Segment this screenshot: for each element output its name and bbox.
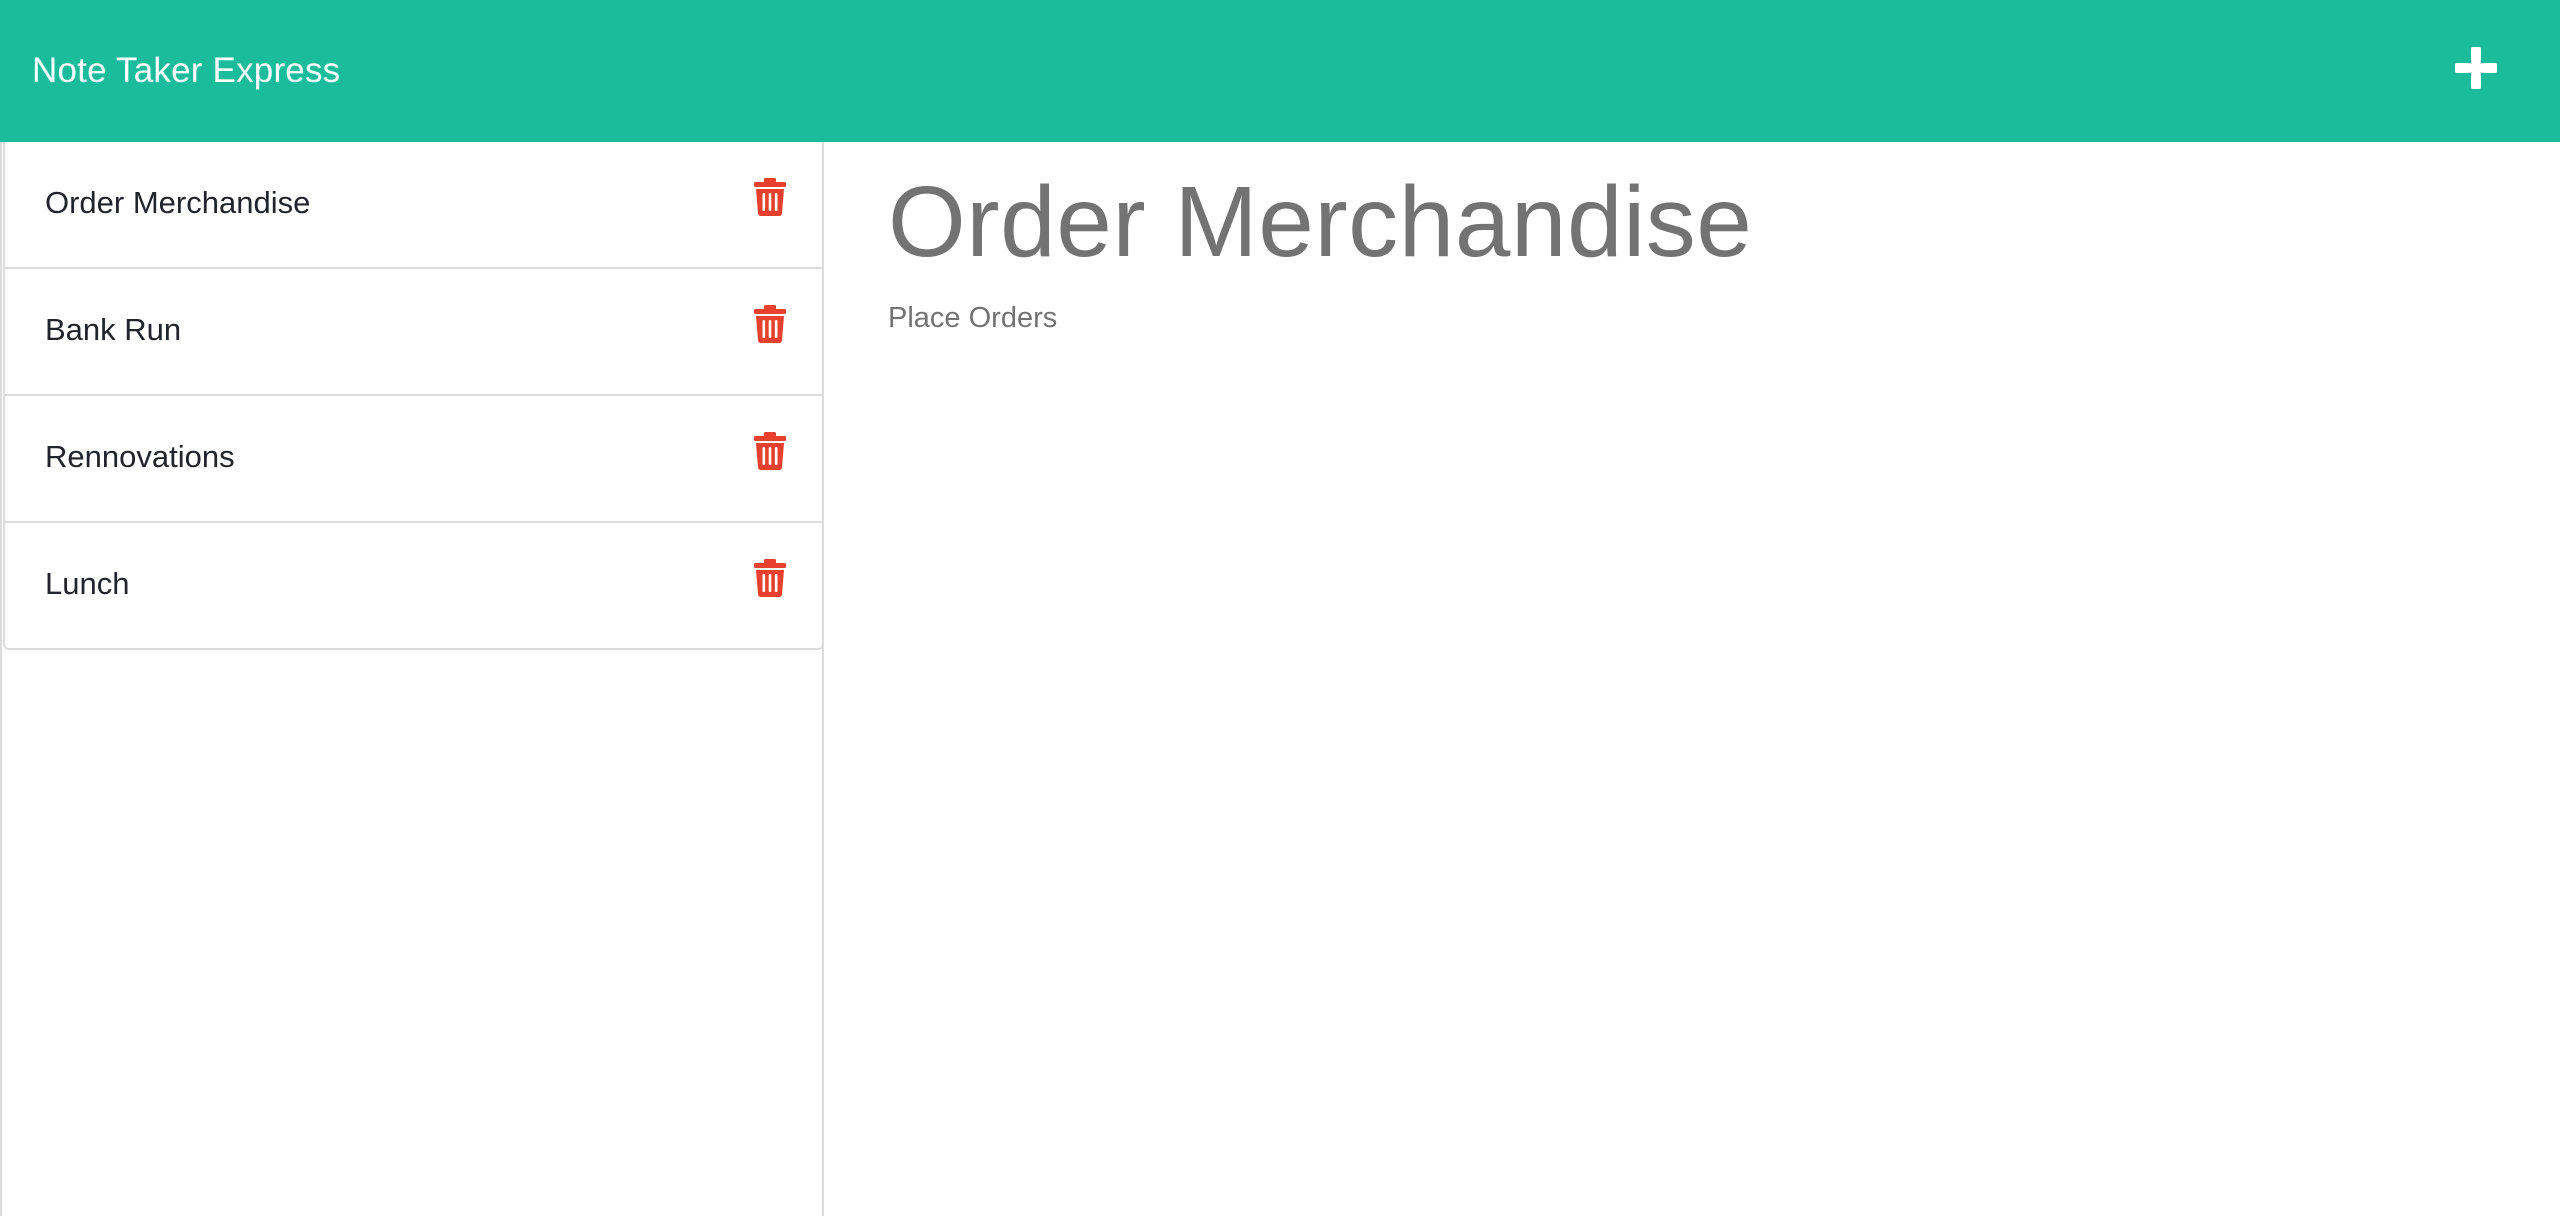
list-item[interactable]: Lunch: [5, 523, 822, 648]
plus-icon: [2452, 44, 2500, 92]
note-editor: Order Merchandise Place Orders: [826, 142, 2560, 1216]
list-item[interactable]: Rennovations: [5, 396, 822, 523]
note-title[interactable]: Lunch: [45, 565, 129, 603]
trash-icon[interactable]: [753, 178, 787, 216]
app-title[interactable]: Note Taker Express: [32, 50, 340, 92]
note-title[interactable]: Order Merchandise: [45, 184, 310, 222]
note-text-area[interactable]: Place Orders: [888, 300, 1057, 336]
note-list: Order Merchandise Bank Run Rennovations …: [3, 142, 824, 650]
trash-icon[interactable]: [753, 432, 787, 470]
note-title[interactable]: Bank Run: [45, 311, 181, 349]
list-item[interactable]: Order Merchandise: [5, 142, 822, 269]
sidebar: Order Merchandise Bank Run Rennovations …: [0, 142, 824, 1216]
note-title-input[interactable]: Order Merchandise: [888, 162, 1752, 282]
trash-icon[interactable]: [753, 305, 787, 343]
list-item[interactable]: Bank Run: [5, 269, 822, 396]
navbar: Note Taker Express: [0, 0, 2560, 142]
new-note-button[interactable]: [2452, 44, 2500, 92]
trash-icon[interactable]: [753, 559, 787, 597]
note-title[interactable]: Rennovations: [45, 438, 235, 476]
